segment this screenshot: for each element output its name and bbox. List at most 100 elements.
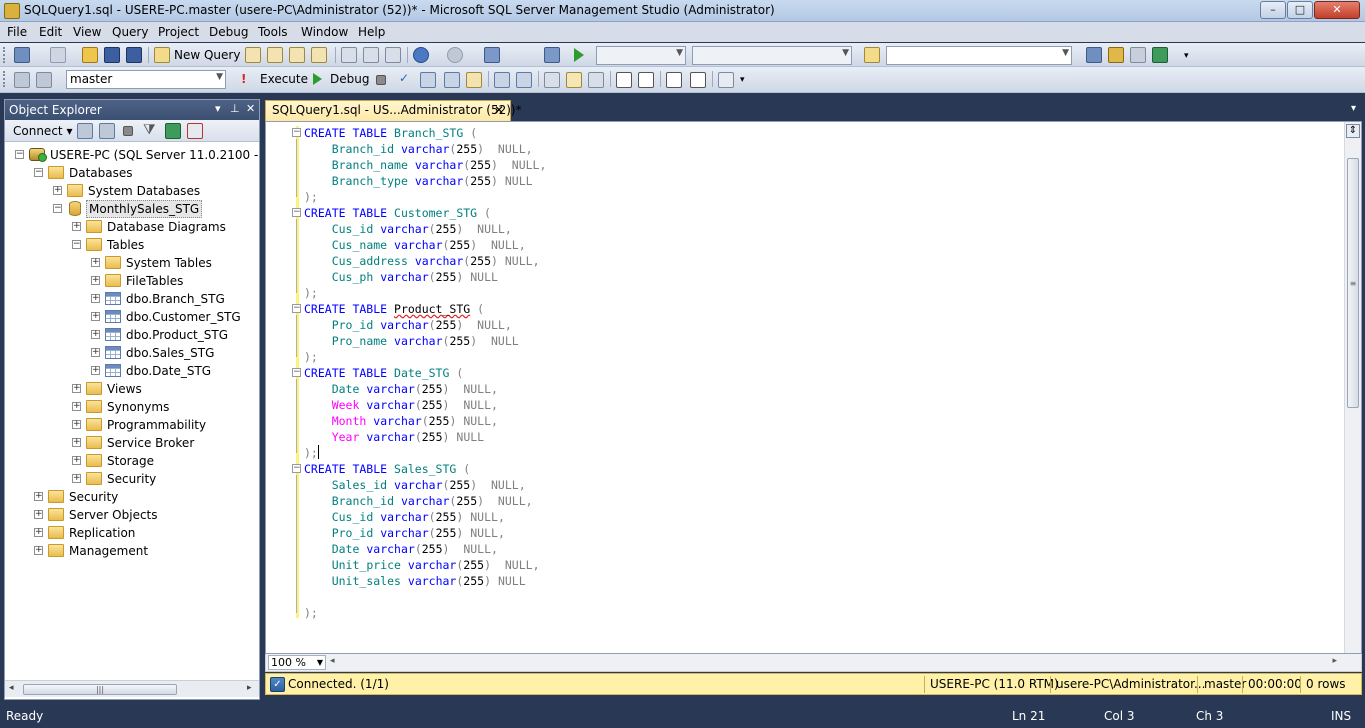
properties-icon[interactable] — [1130, 47, 1146, 63]
horizontal-scrollbar[interactable]: ◂ ||| ▸ — [5, 680, 259, 697]
maximize-button[interactable]: □ — [1287, 1, 1313, 19]
menu-edit[interactable]: Edit — [39, 25, 62, 39]
toolbox-icon[interactable] — [1152, 47, 1168, 63]
menu-project[interactable]: Project — [158, 25, 199, 39]
close-button[interactable]: ✕ — [1314, 1, 1360, 19]
paste-icon[interactable] — [385, 47, 401, 63]
expand-toggle-icon[interactable]: + — [91, 294, 100, 303]
registered-servers-icon[interactable] — [1086, 47, 1102, 63]
tree-node[interactable]: + System Databases — [5, 182, 259, 200]
tree-node[interactable]: − Databases — [5, 164, 259, 182]
analysis-xmla-query-icon[interactable] — [311, 47, 327, 63]
connect-dropdown[interactable]: Connect ▾ — [13, 124, 72, 138]
expand-toggle-icon[interactable]: + — [72, 384, 81, 393]
solution-platform-combo[interactable]: ▼ — [692, 46, 852, 65]
ssms-app-icon[interactable] — [4, 3, 20, 19]
tree-node[interactable]: + Storage — [5, 452, 259, 470]
save-icon[interactable] — [104, 47, 120, 63]
intellisense-icon[interactable] — [494, 72, 510, 88]
expand-toggle-icon[interactable]: + — [72, 420, 81, 429]
tree-node[interactable]: + Replication — [5, 524, 259, 542]
toolbar-overflow-icon[interactable]: ▾ — [1184, 51, 1189, 61]
debug-icon[interactable] — [313, 73, 322, 85]
scrollbar-thumb[interactable]: ≡ — [1347, 158, 1359, 408]
results-to-text-icon[interactable] — [566, 72, 582, 88]
vertical-scrollbar[interactable]: ⇕ ≡ — [1344, 122, 1361, 653]
expand-toggle-icon[interactable]: + — [72, 402, 81, 411]
panel-close-icon[interactable]: ✕ — [246, 102, 255, 115]
save-all-icon[interactable] — [126, 47, 142, 63]
tree-node[interactable]: + dbo.Sales_STG — [5, 344, 259, 362]
tree-node[interactable]: + Programmability — [5, 416, 259, 434]
scroll-right-icon[interactable]: ▸ — [1332, 656, 1337, 666]
filter-icon[interactable]: ⧩ — [143, 122, 156, 138]
object-explorer-icon[interactable] — [1108, 47, 1124, 63]
expand-toggle-icon[interactable]: + — [34, 510, 43, 519]
sql-editor[interactable]: CREATE TABLE Branch_STG (− Branch_id var… — [265, 121, 1362, 654]
cancel-query-icon[interactable] — [376, 75, 386, 85]
split-window-icon[interactable]: ⇕ — [1346, 124, 1360, 138]
toolbar-overflow-icon[interactable]: ▾ — [740, 75, 745, 85]
disconnect-icon[interactable] — [99, 123, 115, 139]
tree-node[interactable]: + dbo.Branch_STG — [5, 290, 259, 308]
connect-icon[interactable] — [14, 72, 30, 88]
expand-toggle-icon[interactable]: + — [72, 456, 81, 465]
new-query-button[interactable]: New Query — [174, 48, 240, 62]
zoom-combo[interactable]: 100 % ▼ — [268, 655, 326, 670]
activity-monitor-icon[interactable] — [187, 123, 203, 139]
analysis-dmx-query-icon[interactable] — [289, 47, 305, 63]
redo-icon[interactable] — [447, 47, 463, 63]
menu-help[interactable]: Help — [358, 25, 385, 39]
comment-out-icon[interactable] — [616, 72, 632, 88]
menu-view[interactable]: View — [73, 25, 101, 39]
expand-toggle-icon[interactable]: + — [34, 546, 43, 555]
scroll-right-icon[interactable]: ▸ — [247, 683, 252, 693]
tree-node[interactable]: + System Tables — [5, 254, 259, 272]
results-to-grid-icon[interactable] — [588, 72, 604, 88]
navigate-backward-icon[interactable] — [484, 47, 500, 63]
tree-node[interactable]: + dbo.Customer_STG — [5, 308, 259, 326]
expand-toggle-icon[interactable]: + — [91, 348, 100, 357]
solution-configuration-combo[interactable]: ▼ — [596, 46, 686, 65]
tree-node[interactable]: + FileTables — [5, 272, 259, 290]
toolbar-grip[interactable] — [3, 71, 6, 87]
panel-dropdown-icon[interactable]: ▾ — [215, 102, 221, 115]
expand-toggle-icon[interactable]: + — [72, 474, 81, 483]
include-actual-plan-icon[interactable] — [516, 72, 532, 88]
navigate-forward-icon[interactable] — [544, 47, 560, 63]
decrease-indent-icon[interactable] — [666, 72, 682, 88]
start-debugging-icon[interactable] — [574, 48, 584, 62]
new-query-icon[interactable] — [154, 47, 170, 63]
collapse-toggle-icon[interactable]: − — [72, 240, 81, 249]
undo-icon[interactable] — [413, 47, 429, 63]
scroll-left-icon[interactable]: ◂ — [9, 683, 14, 693]
available-databases-combo[interactable]: master ▼ — [66, 70, 226, 89]
menu-debug[interactable]: Debug — [209, 25, 248, 39]
collapse-region-icon[interactable]: − — [292, 464, 301, 473]
expand-toggle-icon[interactable]: + — [91, 366, 100, 375]
find-combo[interactable]: ▼ — [886, 46, 1072, 65]
menu-query[interactable]: Query — [112, 25, 148, 39]
refresh-icon[interactable] — [165, 123, 181, 139]
collapse-toggle-icon[interactable]: − — [15, 150, 24, 159]
uncomment-icon[interactable] — [638, 72, 654, 88]
tree-node[interactable]: + dbo.Product_STG — [5, 326, 259, 344]
execute-button[interactable]: Execute — [260, 72, 308, 86]
collapse-region-icon[interactable]: − — [292, 208, 301, 217]
expand-toggle-icon[interactable]: + — [72, 438, 81, 447]
tree-node[interactable]: + Security — [5, 470, 259, 488]
expand-toggle-icon[interactable]: + — [34, 528, 43, 537]
collapse-region-icon[interactable]: − — [292, 304, 301, 313]
tree-node[interactable]: + Service Broker — [5, 434, 259, 452]
expand-toggle-icon[interactable]: + — [72, 222, 81, 231]
scrollbar-thumb[interactable]: ||| — [23, 684, 177, 695]
increase-indent-icon[interactable] — [690, 72, 706, 88]
expand-toggle-icon[interactable]: + — [91, 312, 100, 321]
tree-node[interactable]: − MonthlySales_STG — [5, 200, 259, 218]
database-engine-query-icon[interactable] — [245, 47, 261, 63]
parse-check-icon[interactable]: ✓ — [399, 71, 409, 85]
expand-toggle-icon[interactable]: + — [91, 258, 100, 267]
menu-tools[interactable]: Tools — [258, 25, 288, 39]
include-client-statistics-icon[interactable] — [544, 72, 560, 88]
menu-file[interactable]: File — [7, 25, 27, 39]
